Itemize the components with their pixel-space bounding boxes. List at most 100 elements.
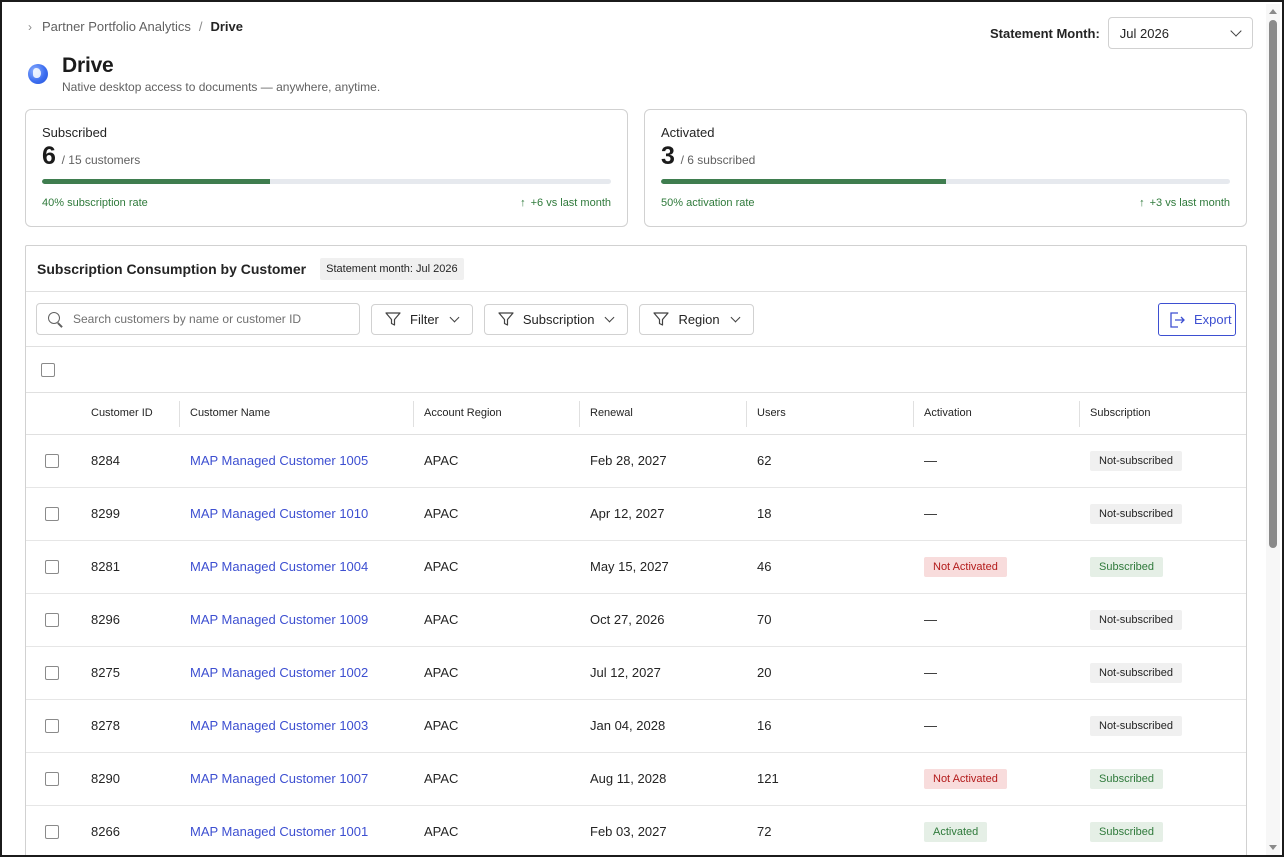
statement-month-tag: Statement month: Jul 2026 — [320, 257, 464, 280]
breadcrumb-parent-link[interactable]: Partner Portfolio Analytics — [42, 19, 191, 34]
user-count: 18 — [746, 487, 913, 541]
row-checkbox[interactable] — [45, 559, 59, 574]
row-checkbox[interactable] — [45, 665, 59, 680]
subscription-badge: Subscribed — [1090, 556, 1164, 577]
column-header-subscription[interactable]: Subscription — [1079, 393, 1246, 435]
customer-id: 8266 — [80, 805, 179, 855]
funnel-icon — [653, 312, 670, 326]
card-total: / 6 subscribed — [680, 153, 756, 167]
customer-id: 8281 — [80, 540, 179, 594]
row-checkbox-cell — [26, 487, 80, 541]
activation-value: — — [924, 612, 937, 627]
row-checkbox[interactable] — [45, 612, 59, 627]
filter-button[interactable]: Filter — [371, 303, 473, 335]
table-row[interactable]: 8296 MAP Managed Customer 1009 APAC Oct 27,… — [26, 593, 1246, 647]
subscription-cell: Subscribed — [1079, 805, 1246, 855]
customer-name-link[interactable]: MAP Managed Customer 1007 — [190, 771, 368, 786]
breadcrumb: › Partner Portfolio Analytics / Drive — [28, 19, 243, 34]
scrollbar-thumb[interactable] — [1269, 20, 1277, 548]
vertical-scrollbar[interactable] — [1266, 4, 1280, 855]
scroll-up-icon[interactable] — [1269, 9, 1277, 14]
card-label: Subscribed — [42, 125, 108, 140]
card-total: / 15 customers — [61, 153, 141, 167]
row-checkbox[interactable] — [45, 506, 59, 521]
chevron-down-icon — [449, 312, 460, 322]
subscription-cell: Not-subscribed — [1079, 699, 1246, 753]
row-checkbox-cell — [26, 752, 80, 806]
activation-cell: — — [913, 699, 1079, 753]
column-header-renewal[interactable]: Renewal — [579, 393, 746, 435]
customer-name-link[interactable]: MAP Managed Customer 1003 — [190, 718, 368, 733]
table-header-row: Customer ID Customer Name Account Region… — [26, 393, 1246, 435]
customers-table: Customer ID Customer Name Account Region… — [26, 393, 1246, 855]
renewal-date: Oct 27, 2026 — [579, 593, 746, 647]
customer-name-link[interactable]: MAP Managed Customer 1004 — [190, 559, 368, 574]
search-box[interactable] — [36, 303, 360, 335]
activation-cell: — — [913, 487, 1079, 541]
statement-month-picker: Statement Month: Jul 2026 — [990, 17, 1253, 49]
customer-name-link[interactable]: MAP Managed Customer 1001 — [190, 824, 368, 839]
arrow-up-icon: ↑ — [1139, 197, 1145, 209]
subscription-badge: Not-subscribed — [1090, 450, 1182, 471]
row-checkbox[interactable] — [45, 824, 59, 839]
table-row[interactable]: 8278 MAP Managed Customer 1003 APAC Jan 04,… — [26, 699, 1246, 753]
export-button[interactable]: Export — [1158, 303, 1236, 336]
renewal-date: May 15, 2027 — [579, 540, 746, 594]
export-icon — [1170, 311, 1185, 328]
activation-cell: — — [913, 593, 1079, 647]
select-all-checkbox[interactable] — [41, 362, 55, 377]
subscription-badge: Not-subscribed — [1090, 503, 1182, 524]
table-row[interactable]: 8266 MAP Managed Customer 1001 APAC Feb 03,… — [26, 805, 1246, 855]
user-count: 16 — [746, 699, 913, 753]
row-checkbox[interactable] — [45, 453, 59, 468]
export-button-label: Export — [1194, 312, 1232, 327]
table-row[interactable]: 8290 MAP Managed Customer 1007 APAC Aug 11,… — [26, 752, 1246, 806]
scroll-down-icon[interactable] — [1269, 845, 1277, 850]
region-filter-button[interactable]: Region — [639, 303, 754, 335]
column-header-activation[interactable]: Activation — [913, 393, 1079, 435]
card-rate: 40% subscription rate — [42, 197, 148, 209]
activation-cell: Activated — [913, 805, 1079, 855]
customer-name-link[interactable]: MAP Managed Customer 1005 — [190, 453, 368, 468]
customer-id: 8278 — [80, 699, 179, 753]
consumption-panel: Subscription Consumption by Customer Sta… — [25, 245, 1247, 855]
column-header-customer-name[interactable]: Customer Name — [179, 393, 413, 435]
card-label: Activated — [661, 125, 715, 140]
region-filter-label: Region — [678, 311, 720, 327]
customer-id: 8296 — [80, 593, 179, 647]
card-delta: ↑ +3 vs last month — [1139, 197, 1230, 209]
card-delta-text: +3 vs last month — [1149, 197, 1230, 209]
table-row[interactable]: 8275 MAP Managed Customer 1002 APAC Jul 12,… — [26, 646, 1246, 700]
renewal-date: Jan 04, 2028 — [579, 699, 746, 753]
chevron-right-icon: › — [28, 19, 32, 34]
table-row[interactable]: 8284 MAP Managed Customer 1005 APAC Feb 28,… — [26, 434, 1246, 488]
arrow-up-icon: ↑ — [520, 197, 526, 209]
search-input[interactable] — [73, 312, 343, 326]
card-value: 6 — [42, 142, 56, 170]
renewal-date: Feb 03, 2027 — [579, 805, 746, 855]
row-checkbox[interactable] — [45, 771, 59, 786]
subscription-filter-button[interactable]: Subscription — [483, 303, 629, 335]
subscription-filter-label: Subscription — [522, 311, 595, 327]
table-row[interactable]: 8281 MAP Managed Customer 1004 APAC May 15,… — [26, 540, 1246, 594]
row-checkbox[interactable] — [45, 718, 59, 733]
table-row[interactable]: 8299 MAP Managed Customer 1010 APAC Apr 12,… — [26, 487, 1246, 541]
customer-name-cell: MAP Managed Customer 1001 — [179, 805, 413, 855]
activation-cell: — — [913, 646, 1079, 700]
customer-name-link[interactable]: MAP Managed Customer 1009 — [190, 612, 368, 627]
breadcrumb-current: Drive — [210, 19, 244, 34]
card-delta-text: +6 vs last month — [530, 197, 611, 209]
account-region: APAC — [413, 646, 579, 700]
customer-name-link[interactable]: MAP Managed Customer 1010 — [190, 506, 368, 521]
column-header-users[interactable]: Users — [746, 393, 913, 435]
account-region: APAC — [413, 487, 579, 541]
customer-name-link[interactable]: MAP Managed Customer 1002 — [190, 665, 368, 680]
column-header-customer-id[interactable]: Customer ID — [80, 393, 179, 435]
activation-value: — — [924, 453, 937, 468]
filter-button-label: Filter — [410, 311, 439, 327]
statement-month-dropdown[interactable]: Jul 2026 — [1107, 17, 1253, 49]
customer-name-cell: MAP Managed Customer 1003 — [179, 699, 413, 753]
globe-icon — [28, 64, 48, 84]
card-delta: ↑ +6 vs last month — [520, 197, 611, 209]
column-header-account-region[interactable]: Account Region — [413, 393, 579, 435]
